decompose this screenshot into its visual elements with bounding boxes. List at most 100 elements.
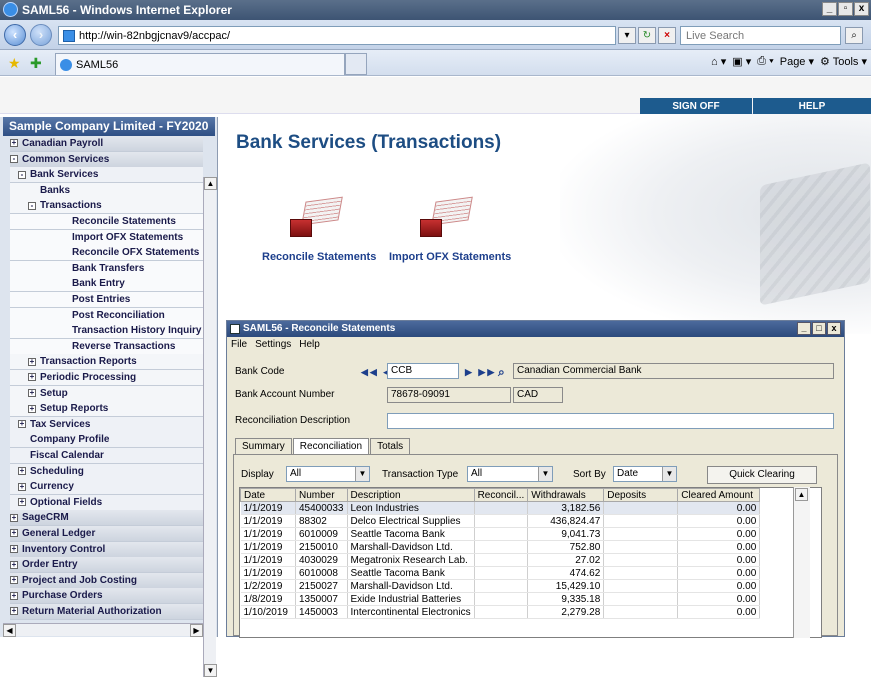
- sidebar-item[interactable]: + SageCRM: [10, 510, 203, 527]
- sidebar-item[interactable]: + Optional Fields: [10, 494, 203, 511]
- grid-vertical-scrollbar[interactable]: ▲: [793, 487, 810, 638]
- tab-summary[interactable]: Summary: [235, 438, 292, 455]
- sort-by-select[interactable]: Date ▼: [613, 466, 677, 482]
- sidebar-item[interactable]: + Order Entry: [10, 557, 203, 574]
- sidebar-item[interactable]: - Common Services: [10, 151, 203, 168]
- search-icon[interactable]: ⌕: [845, 27, 863, 44]
- add-favorite-icon[interactable]: ✚: [30, 55, 42, 72]
- sidebar-item[interactable]: Banks: [10, 182, 203, 199]
- sidebar-item[interactable]: Post Entries: [10, 292, 203, 308]
- column-header[interactable]: Reconcil...: [473, 488, 529, 502]
- page-menu[interactable]: Page ▾: [780, 55, 814, 68]
- expand-icon[interactable]: +: [10, 607, 18, 616]
- sidebar-item[interactable]: Reconcile Statements: [10, 214, 203, 230]
- tab-reconciliation[interactable]: Reconciliation: [292, 438, 370, 455]
- collapse-icon[interactable]: -: [28, 201, 36, 210]
- next-last-icon[interactable]: ▶ ▶▶: [465, 367, 496, 378]
- sidebar-item[interactable]: + Purchase Orders: [10, 588, 203, 605]
- reconcile-statements-link[interactable]: Reconcile Statements: [262, 251, 376, 263]
- sidebar-item[interactable]: + Project and Job Costing: [10, 572, 203, 589]
- expand-icon[interactable]: +: [28, 373, 36, 382]
- sidebar-item[interactable]: Company Profile: [10, 432, 203, 449]
- sidebar-item[interactable]: + Inventory Control: [10, 541, 203, 558]
- expand-icon[interactable]: +: [10, 591, 18, 600]
- menu-settings[interactable]: Settings: [255, 339, 291, 350]
- column-header[interactable]: Date: [240, 488, 296, 502]
- tab-totals[interactable]: Totals: [370, 438, 411, 455]
- import-ofx-statements-icon[interactable]: [420, 195, 473, 237]
- address-dropdown-icon[interactable]: ▾: [618, 27, 636, 44]
- display-select[interactable]: All ▼: [286, 466, 370, 482]
- sidebar-item[interactable]: + Currency: [10, 479, 203, 496]
- sidebar-item[interactable]: + Periodic Processing: [10, 370, 203, 386]
- column-header[interactable]: Cleared Amount: [677, 488, 761, 502]
- sidebar-item[interactable]: - Transactions: [10, 198, 203, 215]
- table-row[interactable]: 1/8/2019 1350007 Exide Industrial Batterie…: [240, 592, 761, 606]
- sidebar-item[interactable]: + Setup: [10, 385, 203, 402]
- grid-scroll-up-icon[interactable]: ▲: [795, 488, 808, 501]
- print-icon[interactable]: ⎙ ▾: [757, 55, 773, 68]
- expand-icon[interactable]: +: [18, 420, 26, 429]
- stop-icon[interactable]: ×: [658, 27, 676, 44]
- scroll-left-icon[interactable]: ◀: [3, 624, 16, 637]
- expand-icon[interactable]: +: [18, 466, 26, 475]
- sidebar-horizontal-scrollbar[interactable]: ◀ ▶: [3, 623, 203, 637]
- maximize-button[interactable]: ▫: [838, 2, 853, 16]
- column-header[interactable]: Withdrawals: [527, 488, 605, 502]
- reconciliation-description-input[interactable]: [387, 413, 834, 429]
- back-button[interactable]: ‹: [4, 24, 26, 46]
- expand-icon[interactable]: +: [18, 482, 26, 491]
- sidebar-item[interactable]: Post Reconciliation: [10, 307, 203, 324]
- new-tab-button[interactable]: [345, 53, 367, 75]
- column-header[interactable]: Deposits: [603, 488, 679, 502]
- sidebar-item[interactable]: + Return Material Authorization: [10, 604, 203, 620]
- scroll-down-icon[interactable]: ▼: [204, 664, 217, 677]
- table-row[interactable]: 1/1/2019 2150010 Marshall-Davidson Ltd. 752…: [240, 540, 761, 554]
- home-icon[interactable]: ⌂ ▾: [711, 55, 726, 68]
- sidebar-vertical-scrollbar[interactable]: ▲ ▼: [203, 177, 217, 677]
- import-ofx-statements-link[interactable]: Import OFX Statements: [389, 251, 511, 263]
- feeds-icon[interactable]: ▣ ▾: [732, 55, 751, 68]
- finder-search-icon[interactable]: ⌕: [498, 365, 507, 380]
- address-bar[interactable]: http://win-82nbgjcnav9/accpac/: [58, 26, 616, 45]
- sidebar-item[interactable]: + Setup Reports: [10, 401, 203, 418]
- scroll-up-icon[interactable]: ▲: [204, 177, 217, 190]
- sign-off-button[interactable]: SIGN OFF: [640, 98, 752, 115]
- transaction-type-select[interactable]: All ▼: [467, 466, 553, 482]
- search-input[interactable]: Live Search: [680, 26, 841, 45]
- sidebar-item[interactable]: Reconcile OFX Statements: [10, 245, 203, 262]
- sidebar-item[interactable]: + Canadian Payroll: [10, 136, 203, 152]
- expand-icon[interactable]: +: [10, 560, 18, 569]
- sidebar-item[interactable]: - Bank Services: [10, 167, 203, 184]
- expand-icon[interactable]: +: [10, 576, 18, 585]
- sidebar-item[interactable]: Fiscal Calendar: [10, 448, 203, 464]
- forward-button[interactable]: ›: [30, 24, 52, 46]
- sidebar-item[interactable]: + Tax Services: [10, 416, 203, 433]
- expand-icon[interactable]: +: [28, 388, 36, 397]
- sidebar-item[interactable]: Bank Transfers: [10, 260, 203, 277]
- minimize-button[interactable]: _: [822, 2, 837, 16]
- browser-tab[interactable]: SAML56: [55, 53, 345, 75]
- sidebar-item[interactable]: + General Ledger: [10, 526, 203, 542]
- table-row[interactable]: 1/10/2019 1450003 Intercontinental Electro…: [240, 605, 761, 619]
- refresh-icon[interactable]: ↻: [638, 27, 656, 44]
- menu-file[interactable]: File: [231, 339, 247, 350]
- table-row[interactable]: 1/1/2019 6010008 Seattle Tacoma Bank 474.62…: [240, 566, 761, 580]
- table-row[interactable]: 1/1/2019 4030029 Megatronix Research Lab. 2…: [240, 553, 761, 567]
- table-row[interactable]: 1/1/2019 6010009 Seattle Tacoma Bank 9,041.…: [240, 527, 761, 541]
- expand-icon[interactable]: +: [18, 498, 26, 507]
- sidebar-item[interactable]: + Transaction Reports: [10, 354, 203, 371]
- expand-icon[interactable]: +: [10, 139, 18, 148]
- sidebar-item[interactable]: Reverse Transactions: [10, 338, 203, 355]
- close-button[interactable]: x: [854, 2, 869, 16]
- help-button[interactable]: HELP: [753, 98, 871, 115]
- window-maximize-button[interactable]: □: [812, 322, 826, 335]
- collapse-icon[interactable]: -: [10, 154, 18, 163]
- expand-icon[interactable]: +: [10, 544, 18, 553]
- expand-icon[interactable]: +: [10, 513, 18, 522]
- window-close-button[interactable]: x: [827, 322, 841, 335]
- expand-icon[interactable]: +: [28, 357, 36, 366]
- expand-icon[interactable]: +: [10, 529, 18, 538]
- bank-code-input[interactable]: CCB: [387, 363, 459, 379]
- sidebar-item[interactable]: Bank Entry: [10, 276, 203, 293]
